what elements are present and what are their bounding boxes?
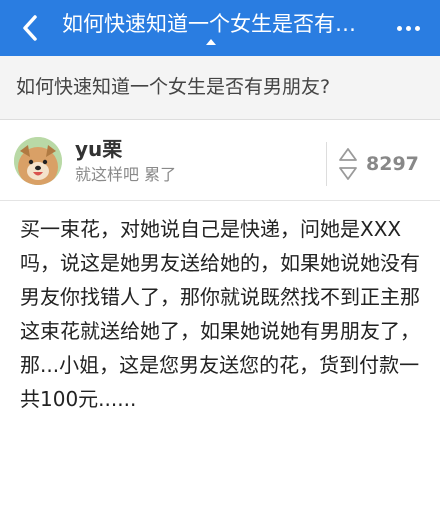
vote-count: 8297 [366, 153, 419, 175]
caret-up-icon [206, 39, 216, 45]
question-header[interactable]: 如何快速知道一个女生是否有男朋友? [0, 56, 440, 120]
author-bio: 就这样吧 累了 [75, 165, 177, 184]
vote-button[interactable]: 8297 [338, 142, 433, 186]
answer-author-row: yu栗 就这样吧 累了 8297 [0, 120, 440, 200]
more-dots-icon [396, 25, 420, 31]
top-navbar: 如何快速知道一个女生是否有男朋友? [0, 0, 440, 56]
dog-avatar-image [14, 137, 62, 185]
chevron-left-icon [23, 15, 37, 41]
divider [0, 200, 440, 201]
answer-page: 如何快速知道一个女生是否有男朋友? 如何快速知道一个女生是否有男朋友? [0, 0, 440, 507]
avatar[interactable] [14, 137, 62, 185]
author-name[interactable]: yu栗 [75, 137, 122, 161]
question-title: 如何快速知道一个女生是否有男朋友? [16, 76, 331, 98]
nav-title[interactable]: 如何快速知道一个女生是否有男朋友? [62, 10, 368, 38]
vote-divider [326, 142, 327, 186]
more-button[interactable] [388, 8, 428, 48]
answer-body: 买一束花，对她说自己是快递，问她是XXX吗，说这是她男友送给她的，如果她说她没有… [20, 217, 420, 411]
back-button[interactable] [10, 8, 50, 48]
vote-updown-icon [339, 148, 357, 180]
